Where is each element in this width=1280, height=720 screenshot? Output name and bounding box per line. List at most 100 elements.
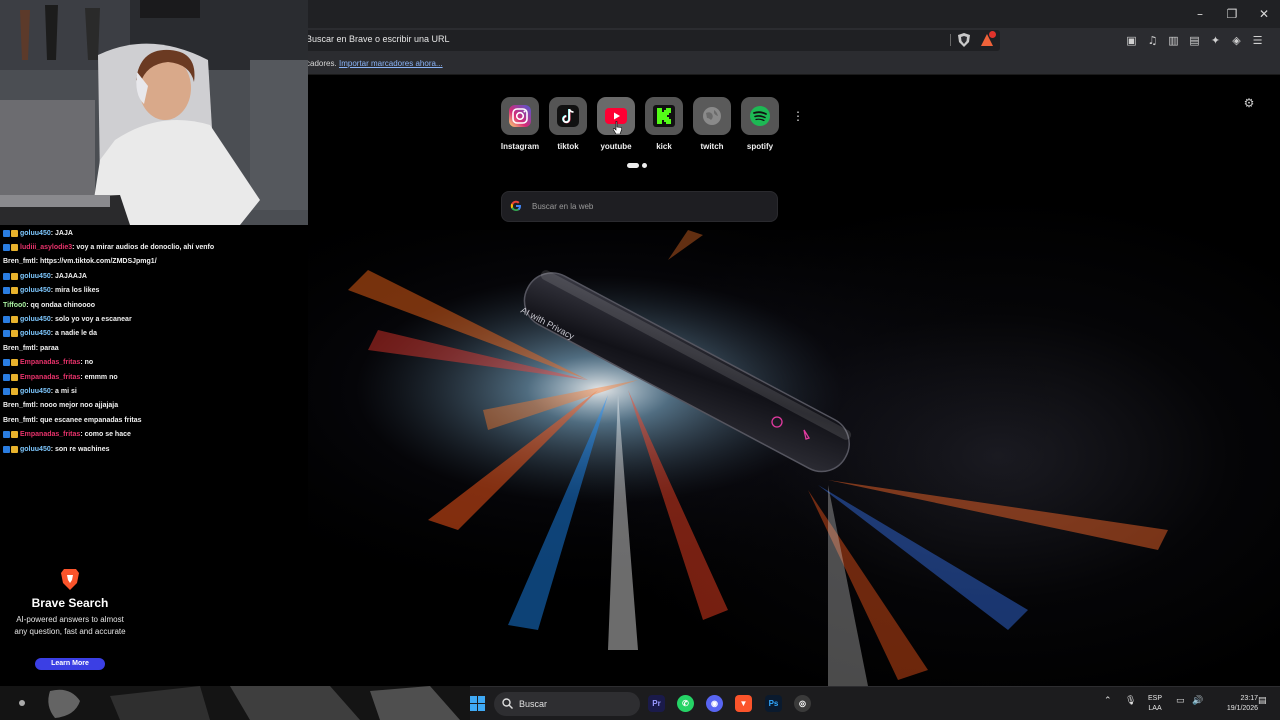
- moderator-badge-icon: [3, 431, 10, 439]
- microphone-icon[interactable]: 🎙: [1125, 696, 1136, 706]
- premiere-pro-icon[interactable]: Pr: [648, 695, 665, 712]
- moderator-badge-icon: [3, 229, 10, 237]
- chat-username[interactable]: Bren_fmtl: [3, 345, 36, 352]
- moderator-badge-icon: [3, 359, 10, 367]
- tiktok-icon: [557, 105, 579, 127]
- chat-username[interactable]: goluu450: [20, 273, 51, 280]
- taskbar-search-box[interactable]: [494, 692, 640, 716]
- media-icon[interactable]: ♫: [1145, 31, 1160, 49]
- moderator-badge-icon: [3, 315, 10, 323]
- chat-username[interactable]: goluu450: [20, 287, 51, 294]
- mouse-cursor-icon: [613, 121, 622, 134]
- pager-dot-active[interactable]: [627, 163, 639, 168]
- discord-icon[interactable]: ◉: [706, 695, 723, 712]
- subscriber-badge-icon: [11, 431, 18, 439]
- chat-text: : solo yo voy a escanear: [50, 315, 132, 323]
- moderator-badge-icon: [3, 287, 10, 295]
- chat-text: : a nadie le da: [50, 330, 98, 338]
- chat-message: Tiffoo0 : qq ondaa chinoooo: [3, 299, 95, 311]
- chat-badges: [3, 287, 18, 295]
- top-site-instagram[interactable]: [501, 97, 539, 135]
- chat-text: : qq ondaa chinoooo: [26, 301, 96, 309]
- sidebar-icon[interactable]: ▥: [1166, 31, 1181, 49]
- top-site-kick[interactable]: [645, 97, 683, 135]
- menu-icon[interactable]: ☰: [1250, 31, 1265, 49]
- brave-lion-icon: [61, 569, 79, 590]
- vpn-icon[interactable]: ◈: [1229, 31, 1244, 49]
- ntp-settings-gear-icon[interactable]: ⚙: [1242, 96, 1256, 110]
- chat-badges: [3, 315, 18, 323]
- google-icon: [510, 200, 521, 211]
- chat-message: Bren_fmtl : nooo mejor noo ajjajaja: [3, 400, 118, 412]
- top-sites-more-icon[interactable]: ⋮: [792, 107, 804, 125]
- moderator-badge-icon: [3, 243, 10, 251]
- volume-icon[interactable]: 🔊: [1192, 696, 1203, 706]
- maximize-button[interactable]: ❐: [1216, 0, 1248, 28]
- moderator-badge-icon: [3, 445, 10, 453]
- minimize-button[interactable]: –: [1184, 0, 1216, 28]
- chat-username[interactable]: goluu450: [20, 388, 51, 395]
- chat-badges: [3, 272, 18, 280]
- keyboard-language[interactable]: ESP LAA: [1148, 694, 1162, 714]
- wallet-icon[interactable]: ▤: [1187, 31, 1202, 49]
- streamer-webcam: [0, 0, 308, 225]
- chat-text: : mira los likes: [50, 287, 100, 295]
- chat-message: Bren_fmtl : paraa: [3, 342, 59, 354]
- whatsapp-icon[interactable]: ✆: [677, 695, 694, 712]
- top-site-spotify[interactable]: [741, 97, 779, 135]
- chat-username[interactable]: goluu450: [20, 316, 51, 323]
- chat-username[interactable]: Bren_fmtl: [3, 258, 36, 265]
- chat-text: : nooo mejor noo ajjajaja: [35, 402, 119, 410]
- chat-username[interactable]: Empanadas_fritas: [20, 359, 80, 366]
- learn-more-button[interactable]: Learn More: [35, 658, 105, 670]
- chat-username[interactable]: ludiii_asylodie3: [20, 244, 72, 251]
- web-search-placeholder: Buscar en la web: [532, 202, 594, 211]
- chat-badges: [3, 243, 18, 251]
- network-icon[interactable]: ▭: [1176, 696, 1185, 706]
- leo-ai-icon[interactable]: ✦: [1208, 31, 1223, 49]
- clock-date: 19/1/2026: [1226, 705, 1258, 712]
- address-bar-placeholder: Buscar en Brave o escribir una URL: [306, 34, 450, 44]
- notifications-icon[interactable]: ▤: [1258, 696, 1267, 706]
- instagram-icon: [509, 105, 531, 127]
- chat-username[interactable]: goluu450: [20, 330, 51, 337]
- chat-username[interactable]: Bren_fmtl: [3, 402, 36, 409]
- chat-username[interactable]: goluu450: [20, 446, 51, 453]
- pager-dot[interactable]: [642, 163, 647, 168]
- chat-badges: [3, 373, 18, 381]
- photoshop-icon[interactable]: Ps: [765, 695, 782, 712]
- close-button[interactable]: ✕: [1248, 0, 1280, 28]
- chat-username[interactable]: Bren_fmtl: [3, 417, 36, 424]
- import-bookmarks-link[interactable]: Importar marcadores ahora...: [339, 59, 443, 68]
- chat-message: goluu450 : a nadie le da: [3, 328, 97, 340]
- chat-username[interactable]: Tiffoo0: [3, 302, 26, 309]
- obs-icon[interactable]: ◎: [794, 695, 811, 712]
- chat-message: goluu450 : son re wachines: [3, 443, 109, 455]
- subscriber-badge-icon: [11, 243, 18, 251]
- chat-text: : JAJAAJA: [50, 272, 87, 280]
- promo-text: AI-powered answers to almost any questio…: [14, 615, 126, 636]
- top-site-twitch[interactable]: [693, 97, 731, 135]
- chat-message: Empanadas_fritas : emmm no: [3, 371, 118, 383]
- top-site-tiktok[interactable]: [549, 97, 587, 135]
- chat-message: ludiii_asylodie3 : voy a mirar audios de…: [3, 241, 214, 253]
- chat-badges: [3, 387, 18, 395]
- chat-text: : https://vm.tiktok.com/ZMDSJpmg1/: [35, 258, 157, 266]
- tab-search-icon[interactable]: ▣: [1124, 31, 1139, 49]
- chat-text: : JAJA: [50, 229, 73, 237]
- moderator-badge-icon: [3, 387, 10, 395]
- moderator-badge-icon: [3, 330, 10, 338]
- brave-browser-icon[interactable]: ▼: [735, 695, 752, 712]
- chat-text: : emmm no: [80, 373, 118, 381]
- tray-overflow-icon[interactable]: ⌃: [1104, 696, 1112, 706]
- chat-username[interactable]: Empanadas_fritas: [20, 374, 80, 381]
- brave-shields-icon[interactable]: [958, 33, 970, 47]
- chat-message: goluu450 : JAJAAJA: [3, 270, 87, 282]
- chat-text: : son re wachines: [50, 445, 110, 453]
- chat-username[interactable]: Empanadas_fritas: [20, 431, 80, 438]
- chat-username[interactable]: goluu450: [20, 230, 51, 237]
- system-clock[interactable]: 23:17 19/1/2026: [1208, 694, 1258, 714]
- bookmarks-prompt: cadores.: [306, 59, 337, 68]
- windows-start-icon[interactable]: [470, 696, 485, 711]
- subscriber-badge-icon: [11, 315, 18, 323]
